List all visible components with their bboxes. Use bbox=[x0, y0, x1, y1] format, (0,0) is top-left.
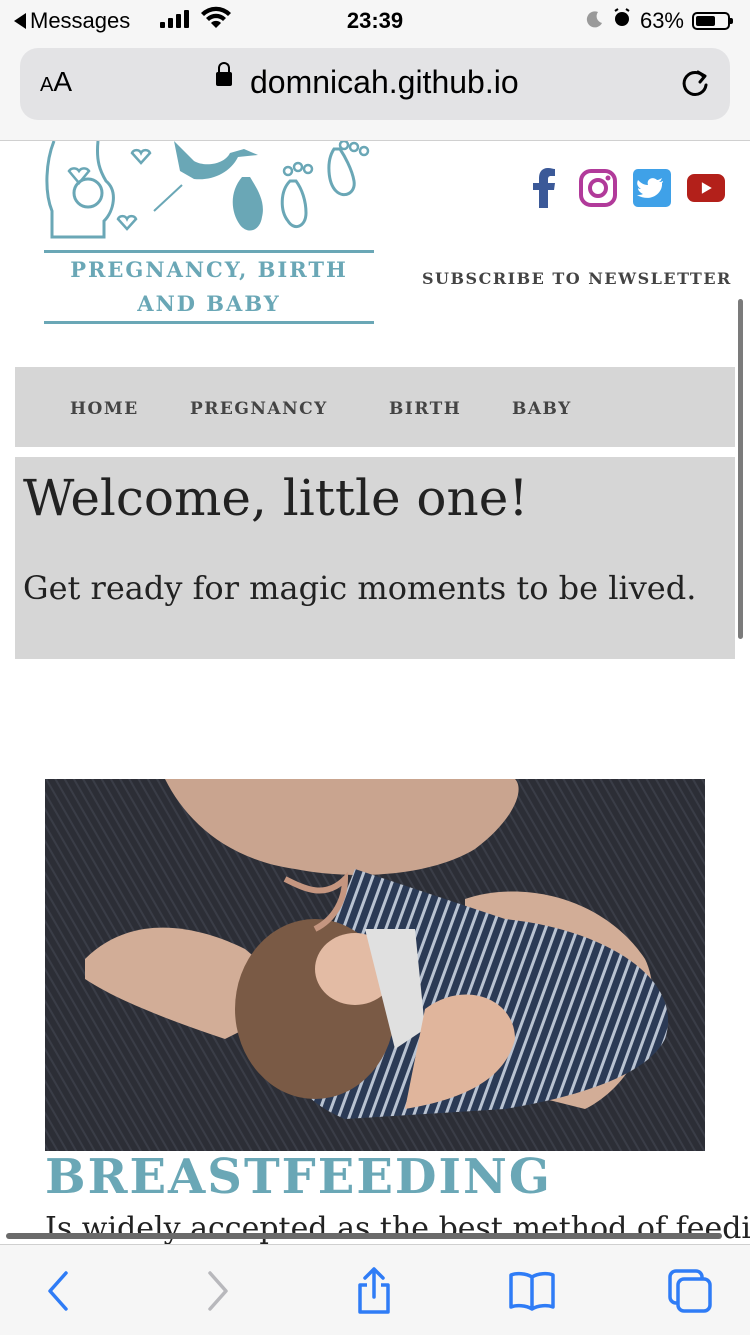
breastfeeding-photo bbox=[45, 779, 705, 1151]
hero-title: Welcome, little one! bbox=[23, 469, 529, 527]
nav-baby[interactable]: BABY bbox=[512, 399, 572, 419]
twitter-icon[interactable] bbox=[633, 169, 671, 207]
instagram-icon[interactable] bbox=[579, 169, 617, 207]
logo-text: PREGNANCY, BIRTH AND BABY bbox=[70, 257, 348, 316]
lock-icon bbox=[216, 62, 232, 86]
bookmarks-icon[interactable] bbox=[508, 1267, 556, 1315]
facebook-icon[interactable] bbox=[525, 168, 563, 208]
social-links bbox=[525, 168, 725, 208]
browser-address-area: AA domnicah.github.io bbox=[0, 44, 750, 141]
web-page: PREGNANCY, BIRTH AND BABY SUBSCRIBE TO N… bbox=[0, 141, 750, 1244]
article-title[interactable]: BREASTFEEDING bbox=[45, 1149, 552, 1205]
battery-percent: 63% bbox=[639, 8, 684, 33]
reload-icon[interactable] bbox=[678, 66, 712, 105]
nav-home[interactable]: HOME bbox=[70, 399, 139, 419]
hero-subtitle: Get ready for magic moments to be lived. bbox=[23, 569, 697, 607]
forward-icon[interactable] bbox=[194, 1267, 242, 1315]
text-size-button[interactable]: AA bbox=[40, 66, 72, 98]
subscribe-newsletter-link[interactable]: SUBSCRIBE TO NEWSLETTER bbox=[422, 269, 732, 288]
hero-banner: Welcome, little one! Get ready for magic… bbox=[15, 457, 735, 659]
alarm-icon bbox=[612, 8, 632, 34]
address-bar[interactable]: AA domnicah.github.io bbox=[20, 48, 730, 120]
url-text[interactable]: domnicah.github.io bbox=[250, 64, 519, 101]
youtube-icon[interactable] bbox=[687, 169, 725, 207]
battery-icon bbox=[692, 12, 733, 30]
browser-toolbar bbox=[0, 1244, 750, 1335]
nav-pregnancy[interactable]: PREGNANCY bbox=[190, 399, 328, 419]
logo-divider-bottom bbox=[44, 321, 374, 324]
vertical-scrollbar[interactable] bbox=[738, 299, 743, 639]
back-icon[interactable] bbox=[34, 1267, 82, 1315]
nav-birth[interactable]: BIRTH bbox=[389, 399, 461, 419]
main-nav: HOME PREGNANCY BIRTH BABY bbox=[15, 367, 735, 447]
tabs-icon[interactable] bbox=[666, 1267, 714, 1315]
moon-icon bbox=[586, 8, 604, 34]
horizontal-scrollbar[interactable] bbox=[6, 1233, 722, 1239]
status-bar: Messages 23:39 63% bbox=[0, 0, 750, 44]
article-text: Is widely accepted as the best method of… bbox=[45, 1211, 750, 1244]
share-icon[interactable] bbox=[350, 1267, 398, 1315]
